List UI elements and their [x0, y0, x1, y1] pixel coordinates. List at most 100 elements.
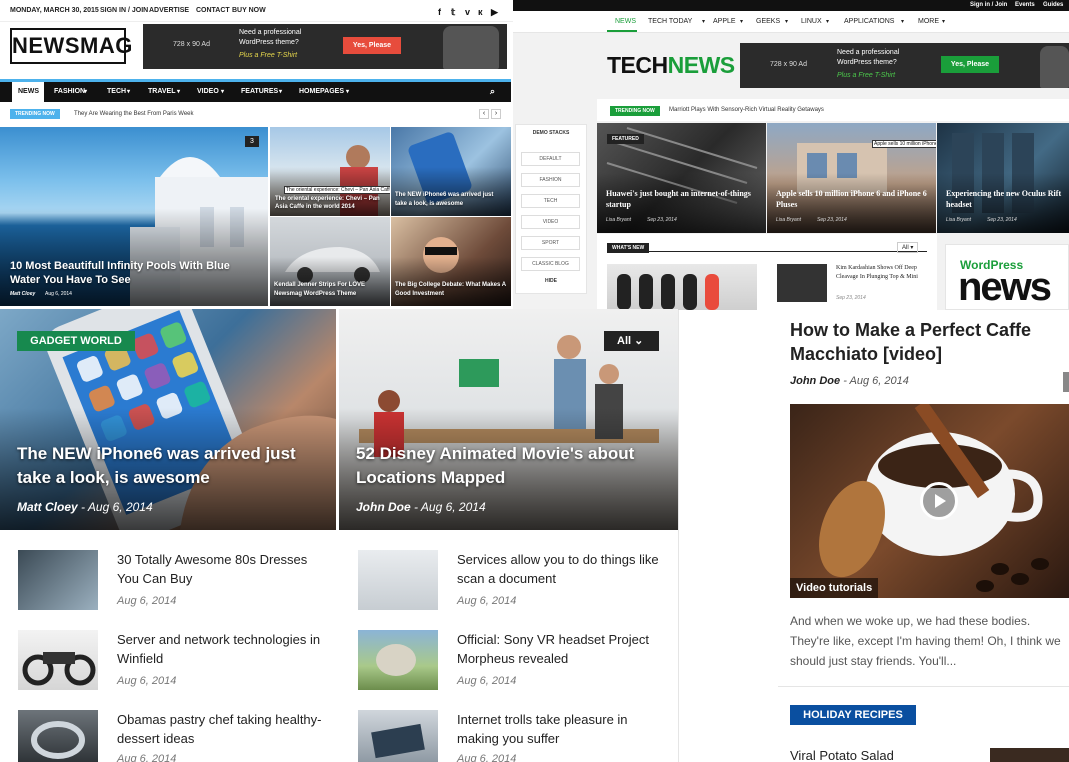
list-thumb[interactable]: [18, 630, 98, 690]
trending-text[interactable]: They Are Wearing the Best From Paris Wee…: [74, 111, 194, 117]
twitter-icon[interactable]: 𝕥: [451, 7, 455, 18]
vimeo-icon[interactable]: v: [465, 7, 470, 17]
card-apple-image[interactable]: Apple sells 10 million iPhone 6 and iPho…: [767, 123, 936, 233]
tile-title[interactable]: The Big College Debate: What Makes A Goo…: [395, 281, 507, 299]
scroll-tab[interactable]: [1063, 372, 1069, 392]
feature-title[interactable]: 52 Disney Animated Movie's about Locatio…: [356, 442, 656, 490]
holiday-recipes-badge[interactable]: HOLIDAY RECIPES: [790, 705, 916, 725]
hero-pools-image[interactable]: 3 10 Most Beautifull Infinity Pools With…: [0, 127, 268, 306]
tn-guides[interactable]: Guides: [1043, 2, 1063, 8]
side-item-title[interactable]: Kim Kardashian Shows Off Deep Cleavage I…: [836, 264, 931, 282]
nav-video[interactable]: VIDEO: [197, 88, 219, 95]
tile-pan-asia-image[interactable]: The oriental experience: Chevi – Pan Asi…: [270, 127, 390, 216]
feature-title[interactable]: The NEW iPhone6 was arrived just take a …: [17, 442, 317, 490]
feature-author[interactable]: Matt Cloey: [17, 500, 78, 514]
card-author[interactable]: Lisa Bryant: [606, 217, 631, 223]
hero-author[interactable]: Matt Cloey: [10, 291, 35, 297]
featured-badge: FEATURED: [607, 134, 644, 144]
card-huawei-image[interactable]: FEATURED Huawei's just bought an interne…: [597, 123, 766, 233]
ad-yes-button[interactable]: Yes, Please: [941, 56, 999, 73]
tile-title[interactable]: The oriental experience: Chevi – Pan Asi…: [275, 195, 387, 211]
top-link-buy[interactable]: BUY NOW: [232, 7, 266, 14]
nav-features[interactable]: FEATURES: [241, 88, 278, 95]
wearables-image[interactable]: [607, 264, 757, 310]
tile-title[interactable]: Kendall Jenner Strips For LOVE Newsmag W…: [274, 281, 386, 299]
ad-yes-button[interactable]: Yes, Please: [343, 37, 401, 54]
list-thumb[interactable]: [358, 550, 438, 610]
card-title[interactable]: Huawei's just bought an internet-of-thin…: [606, 188, 761, 210]
category-badge[interactable]: GADGET WORLD: [17, 331, 135, 351]
tile-title[interactable]: The NEW iPhone6 was arrived just take a …: [395, 191, 507, 209]
list-item-title[interactable]: Internet trolls take pleasure in making …: [457, 710, 667, 748]
tn-nav-news[interactable]: NEWS: [615, 18, 636, 25]
tn-nav-more[interactable]: MORE: [918, 18, 939, 25]
tn-nav-applications[interactable]: APPLICATIONS: [844, 18, 894, 25]
kardashian-thumb[interactable]: [777, 264, 827, 302]
trending-text[interactable]: Marriott Plays With Sensory-Rich Virtual…: [669, 107, 824, 113]
tile-iphone-image[interactable]: The NEW iPhone6 was arrived just take a …: [391, 127, 511, 216]
list-item-title[interactable]: 30 Totally Awesome 80s Dresses You Can B…: [117, 550, 327, 588]
feature-disney-image[interactable]: All ⌄ 52 Disney Animated Movie's about L…: [339, 309, 678, 530]
filter-dropdown[interactable]: All ⌄: [604, 331, 659, 351]
tile-debate-image[interactable]: The Big College Debate: What Makes A Goo…: [391, 217, 511, 306]
wordpress-news-ad[interactable]: WordPress news: [945, 244, 1069, 310]
list-item-title[interactable]: Obamas pastry chef taking healthy-desser…: [117, 710, 327, 748]
tn-nav-tech-today[interactable]: TECH TODAY: [648, 18, 692, 25]
nav-news[interactable]: NEWS: [18, 88, 39, 95]
tn-signin[interactable]: Sign in / Join: [970, 2, 1007, 8]
technews-logo[interactable]: TECHNEWS: [607, 52, 735, 79]
holiday-item-thumb[interactable]: [990, 748, 1069, 762]
feature-author[interactable]: John Doe: [356, 500, 411, 514]
newsmag-ad-banner[interactable]: 728 x 90 Ad Need a professional WordPres…: [143, 24, 507, 69]
card-title[interactable]: Experiencing the new Oculus Rift headset: [946, 188, 1068, 210]
list-item-title[interactable]: Server and network technologies in Winfi…: [117, 630, 327, 668]
tn-nav-geeks[interactable]: GEEKS: [756, 18, 780, 25]
demo-tech-button[interactable]: TECH: [521, 194, 580, 208]
tile-car-image[interactable]: Kendall Jenner Strips For LOVE Newsmag W…: [270, 217, 390, 306]
nav-travel[interactable]: TRAVEL: [148, 88, 175, 95]
top-link-signin[interactable]: SIGN IN / JOIN: [100, 7, 148, 14]
list-thumb[interactable]: [358, 630, 438, 690]
list-thumb[interactable]: [18, 710, 98, 762]
tn-nav-apple[interactable]: APPLE: [713, 18, 736, 25]
card-author[interactable]: Lisa Bryant: [946, 217, 971, 223]
trending-next-icon[interactable]: ›: [491, 109, 501, 119]
card-title[interactable]: Apple sells 10 million iPhone 6 and iPho…: [776, 188, 931, 210]
article-video-thumb[interactable]: Video tutorials: [790, 404, 1069, 598]
demo-hide-button[interactable]: HIDE: [515, 278, 587, 284]
top-link-advertise[interactable]: ADVERTISE: [149, 7, 189, 14]
tn-nav-linux[interactable]: LINUX: [801, 18, 822, 25]
list-item-title[interactable]: Official: Sony VR headset Project Morphe…: [457, 630, 667, 668]
nav-homepages[interactable]: HOMEPAGES: [299, 88, 344, 95]
hero-title[interactable]: 10 Most Beautifull Infinity Pools With B…: [10, 259, 260, 287]
whats-new-filter[interactable]: All ▾: [897, 242, 919, 253]
nav-tech[interactable]: TECH: [107, 88, 126, 95]
logo-tech: TECH: [607, 52, 668, 78]
demo-classic-blog-button[interactable]: CLASSIC BLOG: [521, 257, 580, 271]
demo-video-button[interactable]: VIDEO: [521, 215, 580, 229]
play-icon[interactable]: [920, 482, 958, 520]
nav-fashion[interactable]: FASHION: [54, 88, 85, 95]
search-icon[interactable]: ⌕: [490, 86, 495, 97]
demo-sport-button[interactable]: SPORT: [521, 236, 580, 250]
card-oculus-image[interactable]: Experiencing the new Oculus Rift headset…: [937, 123, 1069, 233]
list-thumb[interactable]: [358, 710, 438, 762]
demo-default-button[interactable]: DEFAULT: [521, 152, 580, 166]
newsmag-logo[interactable]: NEWSMAG: [10, 28, 132, 64]
article-title[interactable]: How to Make a Perfect Caffe Macchiato [v…: [790, 318, 1065, 366]
trending-prev-icon[interactable]: ‹: [479, 109, 489, 119]
holiday-item-title[interactable]: Viral Potato Salad: [790, 748, 894, 762]
list-item-title[interactable]: Services allow you to do things like sca…: [457, 550, 667, 588]
technews-ad-banner[interactable]: 728 x 90 Ad Need a professional WordPres…: [740, 43, 1069, 88]
vk-icon[interactable]: к: [478, 7, 483, 17]
feature-iphone-image[interactable]: GADGET WORLD The NEW iPhone6 was arrived…: [0, 309, 336, 530]
youtube-icon[interactable]: ▶: [491, 7, 498, 18]
top-link-contact[interactable]: CONTACT: [196, 7, 230, 14]
article-author[interactable]: John Doe: [790, 375, 840, 387]
card-author[interactable]: Lisa Bryant: [776, 217, 801, 223]
side-item-date: Sep 23, 2014: [836, 295, 866, 301]
demo-fashion-button[interactable]: FASHION: [521, 173, 580, 187]
list-thumb[interactable]: [18, 550, 98, 610]
tn-events[interactable]: Events: [1015, 2, 1035, 8]
facebook-icon[interactable]: f: [438, 7, 441, 17]
